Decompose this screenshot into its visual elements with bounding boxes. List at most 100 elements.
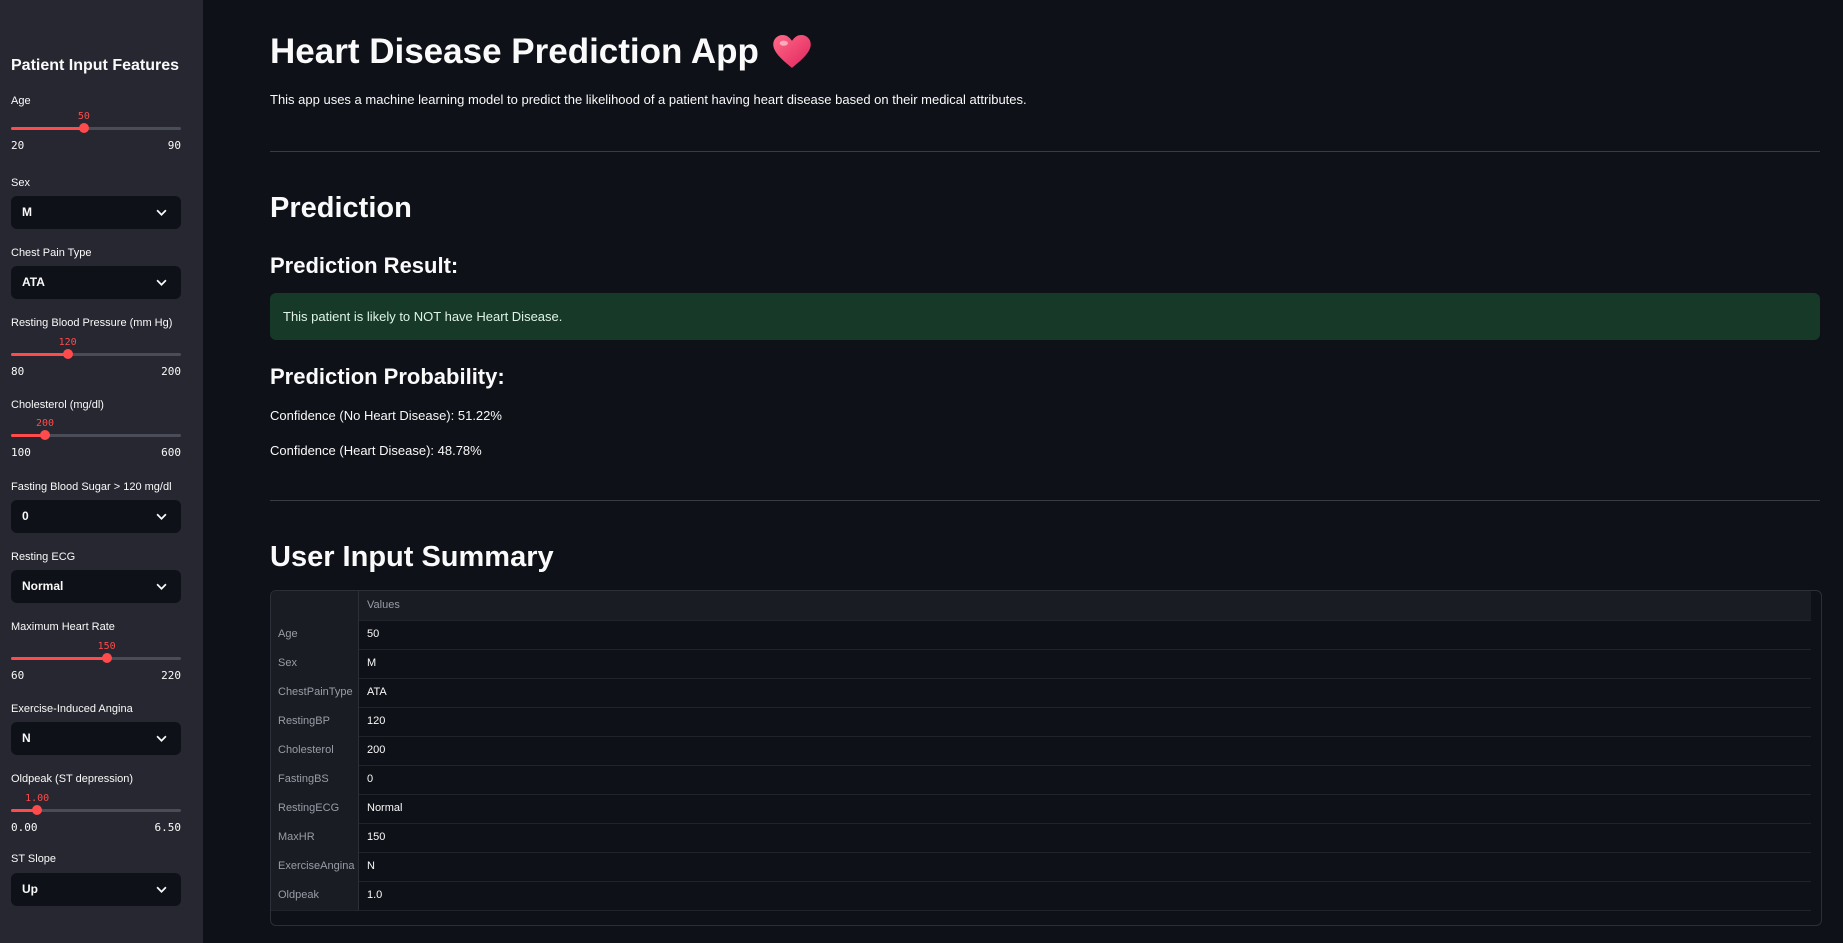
angina-label: Exercise-Induced Angina (11, 703, 133, 715)
chevron-down-icon (156, 886, 167, 893)
slider-min: 20 (11, 139, 25, 152)
row-index-label: Cholesterol (278, 744, 334, 756)
slider-value: 1.00 (25, 793, 50, 804)
table-row[interactable]: FastingBS 0 (271, 765, 1811, 795)
slider-value: 200 (35, 418, 55, 429)
row-index-cell: FastingBS (271, 765, 359, 794)
slider-max: 220 (161, 669, 181, 682)
row-index-cell: Age (271, 620, 359, 649)
st-slope-select-value: Up (22, 882, 38, 896)
oldpeak-slider[interactable]: 1.00 0.00 6.50 (11, 793, 182, 834)
resting-bp-label: Resting Blood Pressure (mm Hg) (11, 317, 173, 329)
slider-thumb[interactable] (32, 805, 43, 815)
chest-pain-select-value: ATA (22, 275, 45, 289)
st-slope-label: ST Slope (11, 853, 57, 865)
page-title: Heart Disease Prediction App (270, 32, 811, 72)
row-index-cell: MaxHR (271, 823, 359, 852)
table-row[interactable]: Oldpeak 1.0 (271, 881, 1811, 911)
fasting-bs-label: Fasting Blood Sugar > 120 mg/dl (11, 481, 172, 493)
fasting-bs-select-value: 0 (22, 509, 29, 523)
slider-min: 80 (11, 365, 25, 378)
table-row[interactable]: Cholesterol 200 (271, 736, 1811, 766)
chest-pain-select[interactable]: ATA (11, 266, 181, 299)
sex-select[interactable]: M (11, 196, 181, 229)
row-index-label: Oldpeak (278, 889, 319, 901)
row-index-cell: ChestPainType (271, 678, 359, 707)
row-index-cell: ExerciseAngina (271, 852, 359, 881)
heart-icon (773, 35, 811, 68)
row-index-cell: Cholesterol (271, 736, 359, 765)
slider-min: 100 (11, 446, 31, 459)
table-row[interactable]: RestingECG Normal (271, 794, 1811, 824)
sidebar: Patient Input Features Age 50 20 90 Sex … (0, 0, 203, 943)
slider-thumb[interactable] (78, 123, 89, 133)
row-index-label: Sex (278, 657, 297, 669)
row-index-label: ChestPainType (278, 686, 353, 698)
result-alert: This patient is likely to NOT have Heart… (270, 293, 1820, 340)
column-header[interactable]: Values (367, 599, 400, 611)
slider-thumb[interactable] (62, 349, 73, 359)
cholesterol-slider[interactable]: 200 100 600 (11, 418, 181, 459)
row-value-cell: Normal (367, 802, 403, 814)
row-index-label: RestingECG (278, 802, 340, 814)
st-slope-select[interactable]: Up (11, 873, 181, 906)
row-value-cell: 200 (367, 744, 386, 756)
page-title-text: Heart Disease Prediction App (270, 32, 759, 71)
row-index-label: ExerciseAngina (278, 860, 355, 872)
row-index-label: RestingBP (278, 715, 330, 727)
slider-fill (11, 657, 107, 660)
max-hr-label: Maximum Heart Rate (11, 621, 115, 633)
row-value-cell: M (367, 657, 377, 669)
divider (270, 500, 1820, 501)
chevron-down-icon (156, 209, 167, 216)
slider-min: 0.00 (11, 821, 38, 834)
table-row[interactable]: Sex M (271, 649, 1811, 679)
slider-max: 600 (161, 446, 181, 459)
slider-thumb[interactable] (40, 430, 50, 440)
slider-max: 200 (161, 365, 181, 378)
angina-select[interactable]: N (11, 722, 181, 755)
slider-fill (11, 353, 68, 356)
row-value-cell: N (367, 860, 375, 872)
row-value-cell: ATA (367, 686, 387, 698)
resting-ecg-select[interactable]: Normal (11, 570, 181, 603)
slider-min: 60 (11, 669, 25, 682)
intro-text: This app uses a machine learning model t… (270, 92, 1027, 107)
row-value-cell: 1.0 (367, 889, 383, 901)
row-index-cell: Oldpeak (271, 881, 359, 910)
max-hr-slider[interactable]: 150 60 220 (11, 641, 181, 682)
table-row[interactable]: MaxHR 150 (271, 823, 1811, 853)
row-index-label: FastingBS (278, 773, 329, 785)
row-index-label: Age (278, 628, 298, 640)
chevron-down-icon (156, 513, 167, 520)
slider-value: 50 (77, 111, 90, 122)
resting-bp-slider[interactable]: 120 80 200 (11, 337, 181, 378)
table-row[interactable]: Age 50 (271, 620, 1811, 650)
probability-heading: Prediction Probability: (270, 364, 505, 389)
slider-max: 6.50 (154, 821, 182, 834)
cholesterol-label: Cholesterol (mg/dl) (11, 399, 104, 411)
result-heading: Prediction Result: (270, 253, 459, 278)
summary-heading: User Input Summary (270, 541, 554, 573)
slider-thumb[interactable] (101, 653, 112, 663)
row-index-cell: RestingBP (271, 707, 359, 736)
table-row[interactable]: RestingBP 120 (271, 707, 1811, 737)
slider-value: 150 (97, 641, 116, 652)
age-slider[interactable]: 50 20 90 (11, 111, 181, 152)
row-value-cell: 120 (367, 715, 386, 727)
result-alert-text: This patient is likely to NOT have Heart… (283, 309, 563, 324)
angina-select-value: N (22, 731, 31, 745)
chest-pain-label: Chest Pain Type (11, 247, 92, 259)
summary-table[interactable]: Values Age 50 Sex M ChestPainType ATA RestingB… (270, 590, 1822, 926)
confidence-yes-text: Confidence (Heart Disease): 48.78% (270, 443, 482, 458)
row-index-cell: Sex (271, 649, 359, 678)
table-row[interactable]: ExerciseAngina N (271, 852, 1811, 882)
index-header-cell (271, 591, 359, 620)
slider-fill (11, 127, 84, 130)
resting-ecg-select-value: Normal (22, 579, 64, 593)
fasting-bs-select[interactable]: 0 (11, 500, 181, 533)
row-value-cell: 50 (367, 628, 380, 640)
table-row[interactable]: ChestPainType ATA (271, 678, 1811, 708)
sex-select-value: M (22, 205, 32, 219)
row-index-label: MaxHR (278, 831, 315, 843)
